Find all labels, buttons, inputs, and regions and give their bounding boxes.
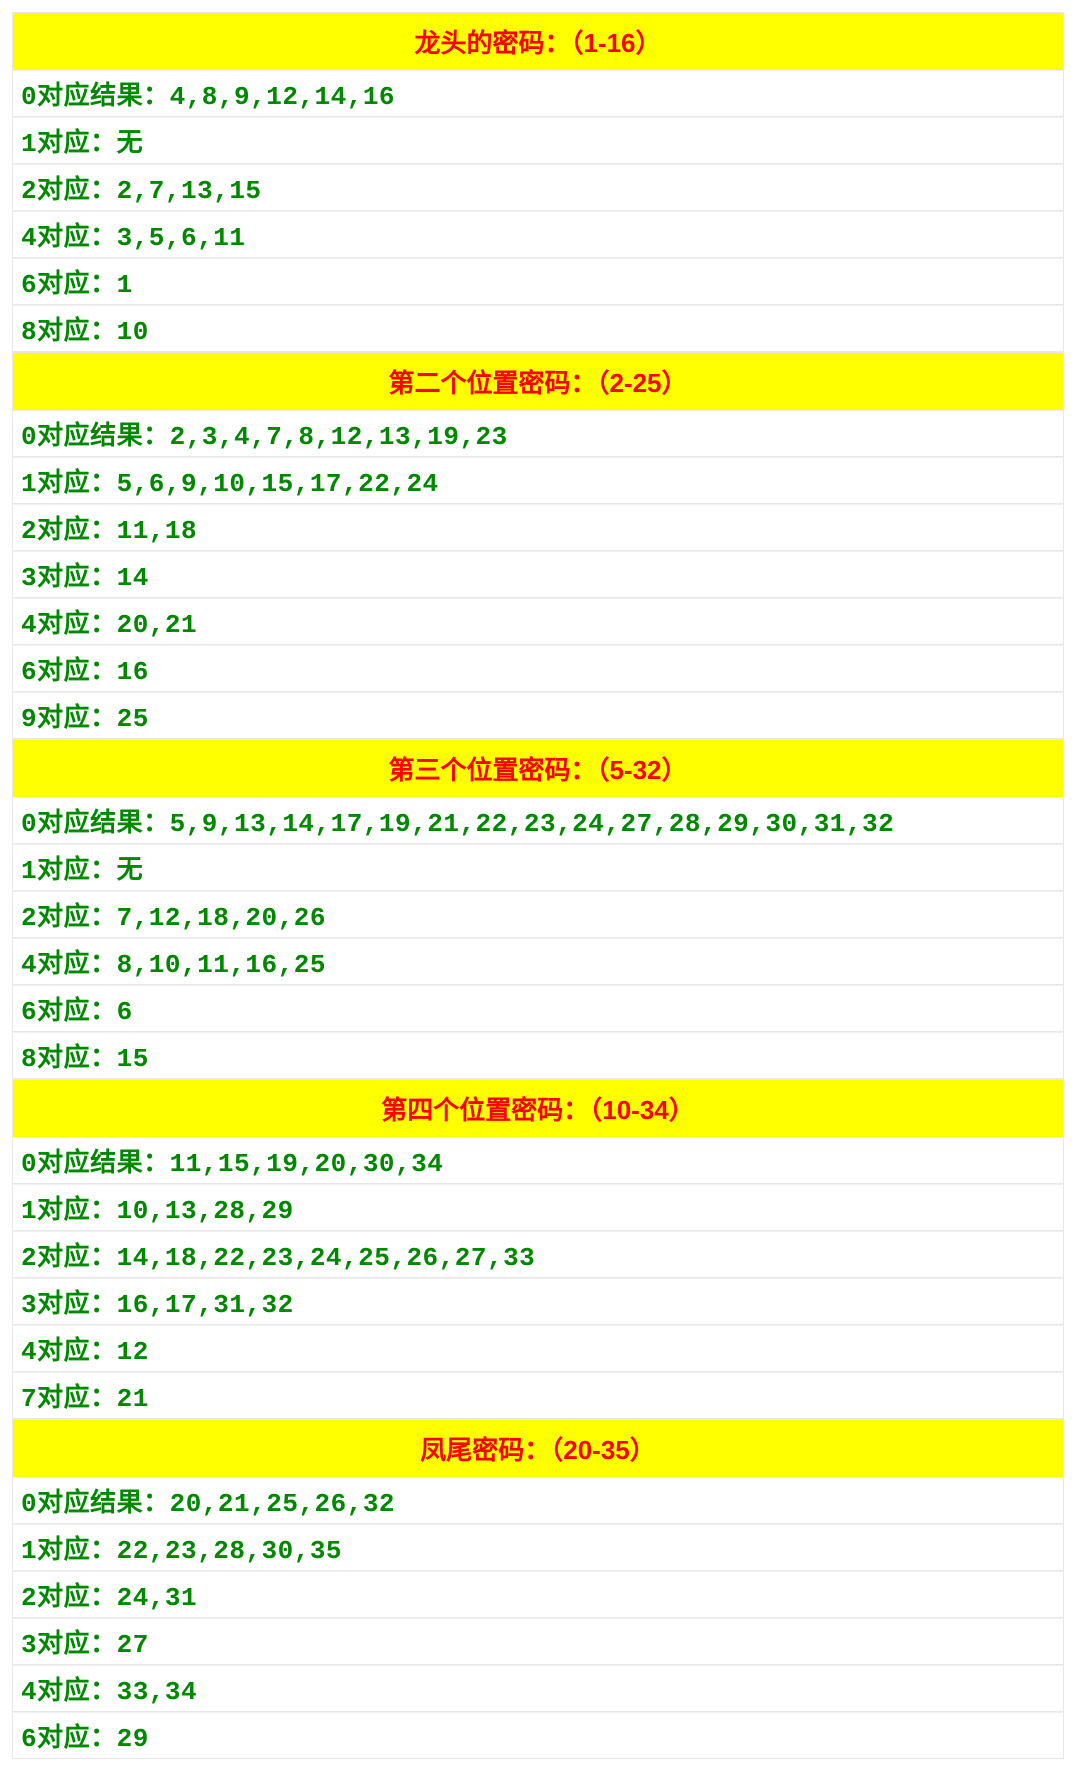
- data-row: 1对应：无: [12, 844, 1064, 891]
- data-row: 0对应结果：4,8,9,12,14,16: [12, 70, 1064, 117]
- data-row: 4对应：3,5,6,11: [12, 211, 1064, 258]
- section-3: 第四个位置密码：（10-34）0对应结果：11,15,19,20,30,341对…: [12, 1079, 1064, 1419]
- data-row: 6对应：29: [12, 1712, 1064, 1759]
- data-row: 8对应：15: [12, 1032, 1064, 1079]
- data-row: 6对应：16: [12, 645, 1064, 692]
- section-2: 第三个位置密码：（5-32）0对应结果：5,9,13,14,17,19,21,2…: [12, 739, 1064, 1079]
- data-row: 4对应：8,10,11,16,25: [12, 938, 1064, 985]
- data-row: 4对应：33,34: [12, 1665, 1064, 1712]
- section-header: 第二个位置密码：（2-25）: [12, 352, 1064, 410]
- data-row: 1对应：10,13,28,29: [12, 1184, 1064, 1231]
- section-1: 第二个位置密码：（2-25）0对应结果：2,3,4,7,8,12,13,19,2…: [12, 352, 1064, 739]
- data-row: 1对应：5,6,9,10,15,17,22,24: [12, 457, 1064, 504]
- section-header: 龙头的密码：（1-16）: [12, 12, 1064, 70]
- data-row: 2对应：14,18,22,23,24,25,26,27,33: [12, 1231, 1064, 1278]
- data-row: 4对应：12: [12, 1325, 1064, 1372]
- data-row: 6对应：6: [12, 985, 1064, 1032]
- data-row: 3对应：14: [12, 551, 1064, 598]
- data-row: 0对应结果：5,9,13,14,17,19,21,22,23,24,27,28,…: [12, 797, 1064, 844]
- data-row: 0对应结果：2,3,4,7,8,12,13,19,23: [12, 410, 1064, 457]
- data-row: 2对应：7,12,18,20,26: [12, 891, 1064, 938]
- section-0: 龙头的密码：（1-16）0对应结果：4,8,9,12,14,161对应：无2对应…: [12, 12, 1064, 352]
- data-row: 2对应：24,31: [12, 1571, 1064, 1618]
- data-row: 3对应：27: [12, 1618, 1064, 1665]
- data-row: 1对应：22,23,28,30,35: [12, 1524, 1064, 1571]
- data-row: 2对应：2,7,13,15: [12, 164, 1064, 211]
- section-header: 凤尾密码：（20-35）: [12, 1419, 1064, 1477]
- data-row: 7对应：21: [12, 1372, 1064, 1419]
- code-table-container: 龙头的密码：（1-16）0对应结果：4,8,9,12,14,161对应：无2对应…: [12, 12, 1064, 1759]
- data-row: 8对应：10: [12, 305, 1064, 352]
- data-row: 1对应：无: [12, 117, 1064, 164]
- data-row: 4对应：20,21: [12, 598, 1064, 645]
- data-row: 0对应结果：20,21,25,26,32: [12, 1477, 1064, 1524]
- data-row: 3对应：16,17,31,32: [12, 1278, 1064, 1325]
- data-row: 0对应结果：11,15,19,20,30,34: [12, 1137, 1064, 1184]
- data-row: 6对应：1: [12, 258, 1064, 305]
- section-4: 凤尾密码：（20-35）0对应结果：20,21,25,26,321对应：22,2…: [12, 1419, 1064, 1759]
- data-row: 9对应：25: [12, 692, 1064, 739]
- data-row: 2对应：11,18: [12, 504, 1064, 551]
- section-header: 第三个位置密码：（5-32）: [12, 739, 1064, 797]
- section-header: 第四个位置密码：（10-34）: [12, 1079, 1064, 1137]
